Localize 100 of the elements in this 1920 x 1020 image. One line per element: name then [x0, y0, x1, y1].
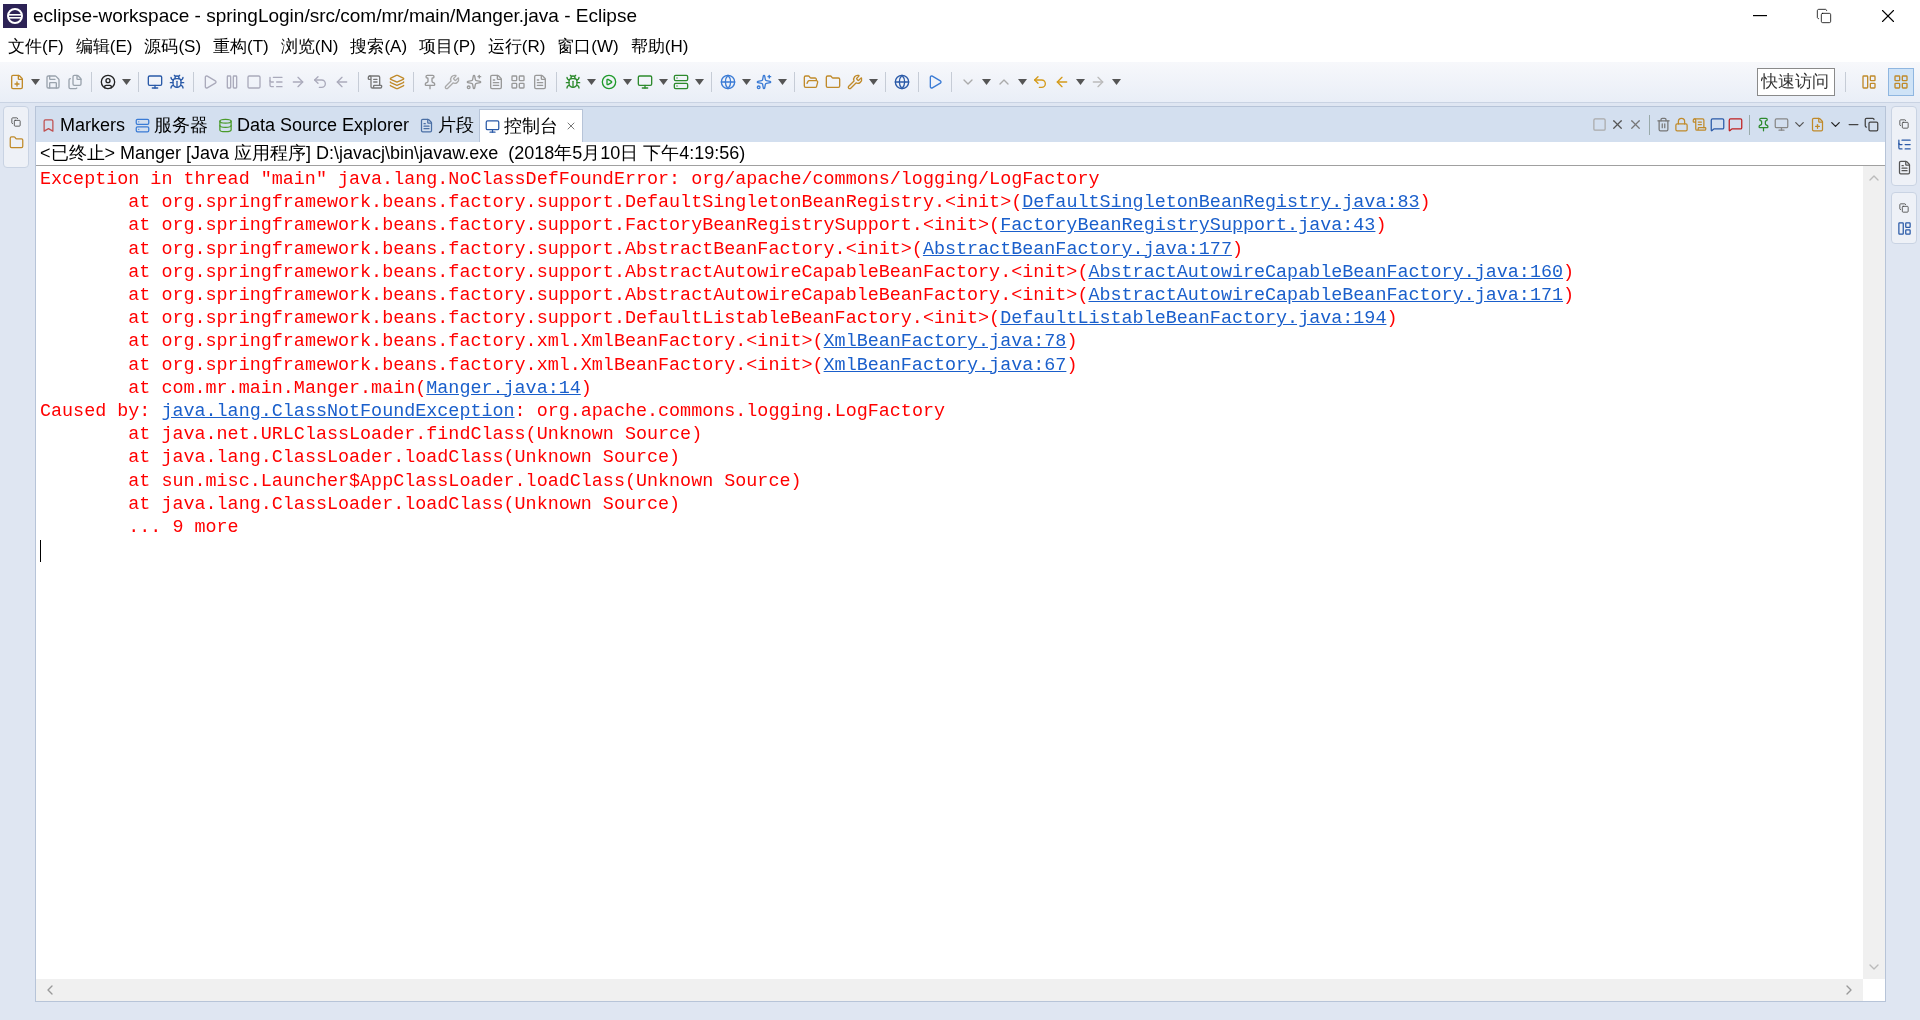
caret-icon: [586, 79, 596, 85]
caret-icon: [741, 79, 751, 85]
remove-launch-icon[interactable]: [1610, 117, 1625, 132]
caret-icon: [1111, 79, 1121, 85]
caret-icon: [694, 79, 704, 85]
vertical-scrollbar[interactable]: [1863, 166, 1885, 979]
save-all-icon: [67, 74, 83, 90]
menu-item[interactable]: 浏览(N): [274, 34, 345, 60]
java-ee-perspective-button[interactable]: [1888, 68, 1914, 96]
caret-icon: [658, 79, 668, 85]
view-tab[interactable]: 服务器: [130, 109, 213, 142]
stack-trace-link[interactable]: java.lang.ClassNotFoundException: [161, 401, 515, 423]
console-text: at org.springframework.beans.factory.support.DefaultListableBeanFactory.<init>(: [127, 308, 1001, 330]
profile-icon: [100, 74, 116, 90]
caret-icon: [622, 79, 632, 85]
scroll-lock-icon[interactable]: [1674, 117, 1689, 132]
console-text: at java.net.URLClassLoader.findClass(Unknown Source): [127, 424, 703, 446]
menu-item[interactable]: 源码(S): [138, 34, 208, 60]
view-tab[interactable]: 控制台: [479, 109, 584, 142]
console-text: at org.springframework.beans.factory.support.AbstractBeanFactory.<init>(: [127, 238, 923, 260]
restore-icon[interactable]: [11, 117, 21, 127]
quick-access-field[interactable]: 快速访问: [1757, 68, 1835, 96]
caret-icon: [868, 79, 878, 85]
caret-icon: [1017, 79, 1027, 85]
markers-icon: [41, 118, 56, 133]
pin-console-icon[interactable]: [1756, 117, 1771, 132]
stop-icon: [246, 74, 262, 90]
stack-trace-link[interactable]: Manger.java:14: [426, 377, 581, 399]
console-text: ): [1419, 192, 1431, 214]
console-text: at java.lang.ClassLoader.loadClass(Unknown Source): [127, 447, 681, 469]
menu-item[interactable]: 搜索(A): [344, 34, 414, 60]
console-text: ): [1563, 285, 1575, 306]
document-icon: [488, 74, 504, 90]
caret-icon: [981, 79, 991, 85]
console-text: at org.springframework.beans.factory.support.FactoryBeanRegistrySupport.<init>(: [127, 215, 1001, 237]
window-title: eclipse-workspace - springLogin/src/com/mr/main/Manger.java - Eclipse: [33, 3, 637, 28]
app-logo-icon: [3, 4, 27, 28]
view-tab[interactable]: Data Source Explorer: [213, 109, 415, 142]
task-list-icon[interactable]: [1896, 160, 1912, 175]
console-text: : org.apache.commons.logging.LogFactory: [514, 401, 945, 423]
horizontal-scrollbar[interactable]: [36, 979, 1863, 1001]
panel-icon[interactable]: [1896, 221, 1912, 236]
console-text: at sun.misc.Launcher$AppClassLoader.loadClass(Unknown Source): [127, 470, 802, 492]
stack-trace-link[interactable]: AbstractBeanFactory.java:177: [922, 238, 1232, 260]
restore-icon[interactable]: [1899, 119, 1909, 129]
restore-icon[interactable]: [1899, 203, 1909, 213]
new-file-icon: [9, 74, 25, 90]
restore-icon: [1816, 8, 1832, 24]
stack-trace-link[interactable]: AbstractAutowireCapableBeanFactory.java:160: [1088, 261, 1563, 283]
console-text: ... 9 more: [127, 517, 239, 539]
database-icon: [218, 118, 233, 133]
globe-icon: [894, 74, 910, 90]
console-text: ): [1375, 215, 1387, 237]
resume-icon: [202, 74, 218, 90]
menu-item[interactable]: 重构(T): [207, 34, 275, 60]
console-text: Caused by:: [40, 401, 152, 423]
view-tab[interactable]: Markers: [36, 109, 130, 142]
servers-icon: [135, 118, 150, 133]
clear-console-icon[interactable]: [1656, 117, 1671, 132]
console-text: ): [1066, 354, 1078, 376]
console-text: at org.springframework.beans.factory.xml.XmlBeanFactory.<init>(: [127, 331, 824, 353]
menu-item[interactable]: 项目(P): [413, 34, 482, 60]
caret-icon: [121, 79, 131, 85]
menu-item[interactable]: 窗口(W): [551, 34, 625, 60]
stack-trace-link[interactable]: XmlBeanFactory.java:78: [823, 331, 1067, 353]
minimize-icon: [1753, 15, 1767, 17]
console-text: at org.springframework.beans.factory.support.AbstractAutowireCapableBeanFactory.<init>(: [127, 261, 1089, 283]
snippets-icon: [419, 118, 435, 133]
menu-item[interactable]: 运行(R): [481, 34, 552, 60]
caret-icon: [777, 79, 787, 85]
folder-icon[interactable]: [8, 135, 24, 150]
console-text: ): [580, 377, 592, 399]
pin-icon: [422, 74, 438, 90]
console-icon: [485, 118, 501, 134]
stack-trace-link[interactable]: DefaultListableBeanFactory.java:194: [1000, 308, 1387, 330]
forward-icon: [1090, 74, 1106, 90]
menu-item[interactable]: 文件(F): [2, 34, 70, 60]
pause-icon: [224, 74, 240, 90]
caret-icon: [1075, 79, 1085, 85]
console-text: Exception in thread "main" java.lang.NoClassDefFoundError: org/apache/commons/logging/LogFactory: [40, 169, 1100, 190]
open-folder-icon: [825, 74, 841, 90]
spark-icon: [466, 74, 482, 90]
stack-trace-link[interactable]: DefaultSingletonBeanRegistry.java:83: [1022, 192, 1420, 214]
console-text: ): [1231, 238, 1243, 260]
wrench-icon: [444, 74, 460, 90]
caret-icon: [30, 79, 40, 85]
outline-icon[interactable]: [1896, 137, 1912, 152]
save-icon: [45, 74, 61, 90]
stack-trace-link[interactable]: FactoryBeanRegistrySupport.java:43: [1000, 215, 1376, 237]
debug-icon: [565, 74, 581, 90]
console-text: ): [1563, 261, 1575, 283]
console-text: at java.lang.ClassLoader.loadClass(Unknown Source): [127, 493, 681, 515]
menu-item[interactable]: 编辑(E): [69, 34, 139, 60]
stack-trace-link[interactable]: AbstractAutowireCapableBeanFactory.java:171: [1088, 285, 1563, 306]
run-icon: [601, 74, 617, 90]
stack-trace-link[interactable]: XmlBeanFactory.java:67: [823, 354, 1067, 376]
menu-item[interactable]: 帮助(H): [624, 34, 695, 60]
view-tab[interactable]: 片段: [414, 109, 480, 142]
page-icon: [532, 74, 548, 90]
run-last-icon: [927, 74, 943, 90]
